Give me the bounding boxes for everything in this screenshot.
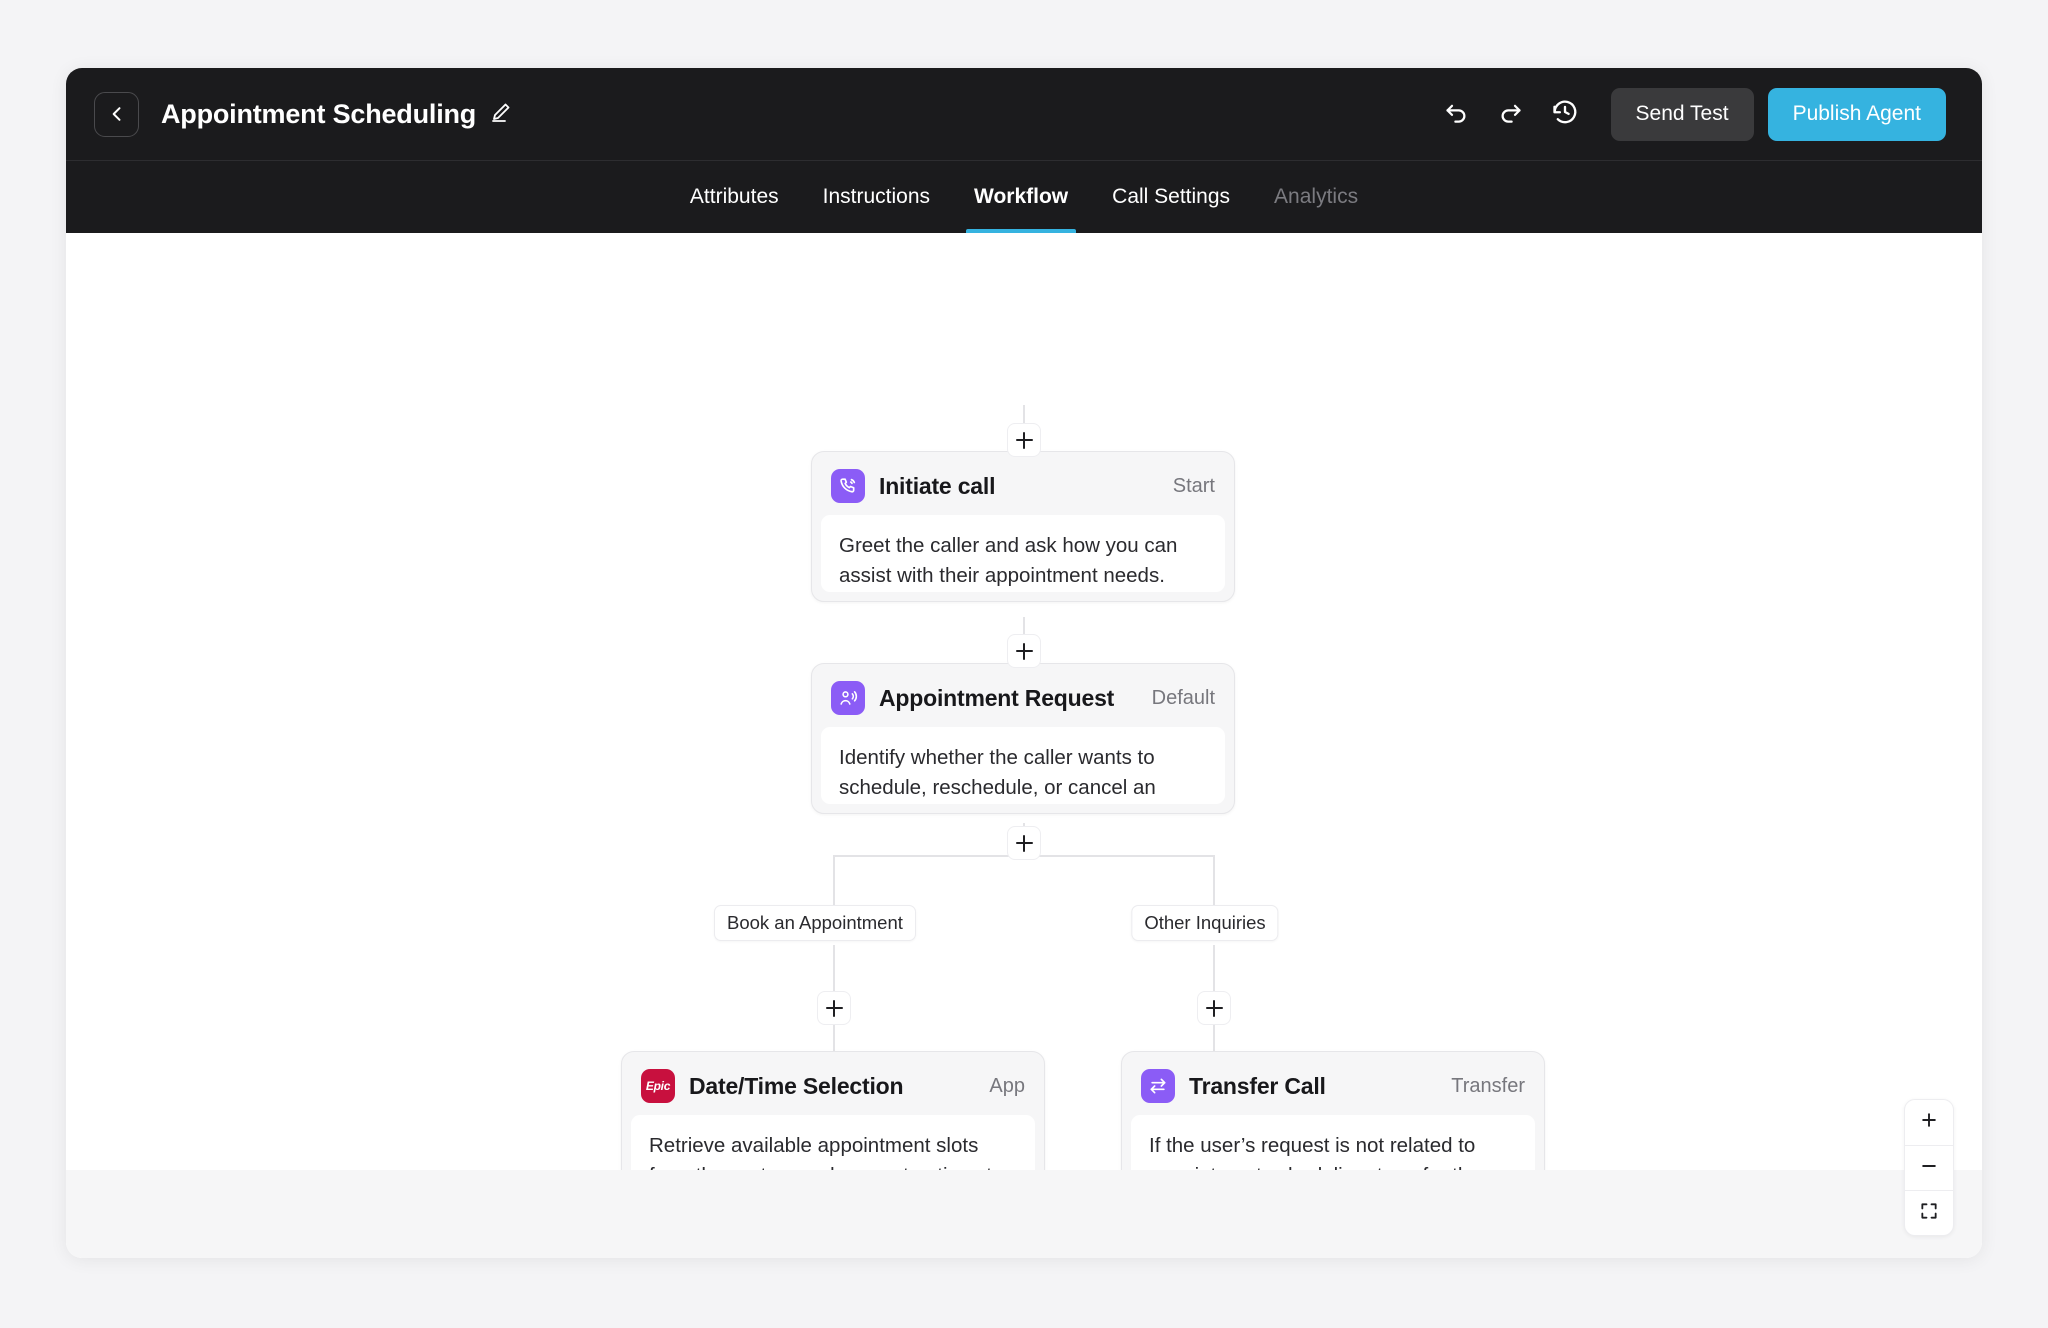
branch-label-book-an-appointment[interactable]: Book an Appointment [714, 905, 916, 941]
titlebar: Appointment Scheduling Send Test Publish… [66, 68, 1982, 160]
plus-icon [1919, 1110, 1939, 1135]
node-title: Appointment Request [879, 684, 1115, 711]
node-badge: Start [1172, 474, 1215, 497]
send-test-label: Send Test [1635, 102, 1729, 125]
back-button[interactable] [94, 91, 139, 137]
node-badge: Default [1151, 686, 1215, 709]
page-title: Appointment Scheduling [161, 98, 477, 129]
add-node-button[interactable] [1007, 826, 1041, 860]
node-title: Initiate call [879, 472, 996, 499]
fit-to-screen-button[interactable] [1905, 1190, 1953, 1235]
epic-app-icon: Epic [641, 1069, 675, 1103]
speaking-person-icon [831, 681, 865, 715]
publish-agent-label: Publish Agent [1792, 102, 1921, 125]
node-body-text: Identify whether the caller wants to sch… [821, 727, 1225, 804]
connector-line [1213, 855, 1215, 905]
epic-logo-text: Epic [645, 1079, 671, 1093]
workflow-node[interactable]: Appointment Request Default Identify whe… [811, 663, 1235, 814]
node-title: Transfer Call [1189, 1072, 1326, 1099]
version-history-button[interactable] [1543, 92, 1587, 136]
branch-label-other-inquiries[interactable]: Other Inquiries [1131, 905, 1279, 941]
pencil-icon [489, 100, 513, 129]
branch-label: Book an Appointment [727, 912, 903, 933]
tab-label: Attributes [689, 185, 779, 208]
canvas-bottom-mask [66, 1170, 1982, 1258]
node-header: Appointment Request Default [821, 673, 1225, 727]
tab-label: Instructions [822, 185, 931, 208]
send-test-button[interactable]: Send Test [1610, 87, 1754, 141]
tab-call-settings[interactable]: Call Settings [1090, 161, 1252, 233]
app-window: Appointment Scheduling Send Test Publish… [66, 68, 1982, 1258]
chevron-left-icon [107, 104, 127, 124]
minus-icon [1919, 1156, 1939, 1181]
node-header: Initiate call Start [821, 461, 1225, 515]
branch-label: Other Inquiries [1144, 912, 1266, 933]
node-header: Epic Date/Time Selection App [631, 1061, 1035, 1115]
zoom-controls [1904, 1099, 1954, 1236]
edit-title-button[interactable] [489, 100, 513, 129]
tab-attributes[interactable]: Attributes [668, 161, 801, 233]
add-node-button[interactable] [1197, 991, 1231, 1025]
node-badge: App [989, 1074, 1025, 1097]
node-title: Date/Time Selection [689, 1072, 904, 1099]
zoom-in-button[interactable] [1905, 1100, 1953, 1145]
transfer-arrows-icon [1141, 1069, 1175, 1103]
undo-button[interactable] [1435, 92, 1479, 136]
history-clock-icon [1551, 98, 1579, 131]
tab-label: Call Settings [1112, 185, 1231, 208]
add-node-button[interactable] [817, 991, 851, 1025]
undo-icon [1443, 98, 1470, 130]
redo-button[interactable] [1489, 92, 1533, 136]
tab-workflow[interactable]: Workflow [952, 161, 1090, 233]
tab-instructions[interactable]: Instructions [801, 161, 952, 233]
zoom-out-button[interactable] [1905, 1145, 1953, 1190]
tab-label: Workflow [974, 185, 1069, 208]
node-header: Transfer Call Transfer [1131, 1061, 1535, 1115]
connector-line [833, 945, 835, 995]
tab-label: Analytics [1274, 185, 1359, 208]
node-badge: Transfer [1451, 1074, 1525, 1097]
node-body-text: Greet the caller and ask how you can ass… [821, 515, 1225, 592]
redo-icon [1497, 98, 1524, 130]
tab-bar: Attributes Instructions Workflow Call Se… [66, 160, 1982, 233]
tab-analytics[interactable]: Analytics [1252, 161, 1380, 233]
add-node-button[interactable] [1007, 634, 1041, 668]
connector-line [1213, 945, 1215, 995]
fit-screen-icon [1919, 1201, 1939, 1226]
publish-agent-button[interactable]: Publish Agent [1767, 87, 1946, 141]
phone-call-icon [831, 469, 865, 503]
add-node-button[interactable] [1007, 423, 1041, 457]
connector-line [833, 855, 835, 905]
workflow-node[interactable]: Initiate call Start Greet the caller and… [811, 451, 1235, 602]
workflow-canvas[interactable]: Initiate call Start Greet the caller and… [66, 233, 1982, 1258]
